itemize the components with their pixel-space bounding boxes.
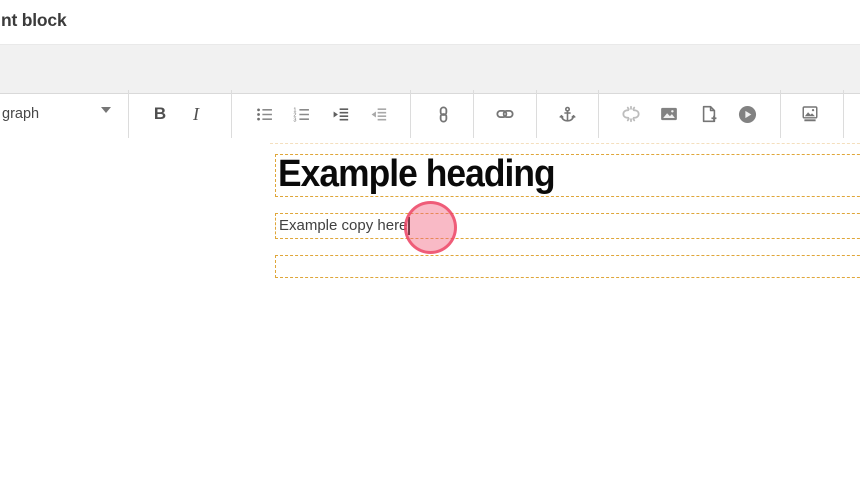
- anchor-icon: [558, 106, 576, 122]
- thumbnail-image-icon: [802, 106, 818, 122]
- chevron-down-icon: [101, 107, 111, 113]
- media-play-icon: [738, 105, 756, 123]
- new-page-icon: [702, 105, 717, 123]
- link-icon: [496, 109, 514, 119]
- media-play-button[interactable]: [729, 96, 765, 132]
- unlink-icon: [622, 105, 640, 123]
- editor-toolbar: graph B I 123: [0, 44, 860, 138]
- image-icon: [661, 107, 677, 121]
- toolbar-separator: [843, 90, 844, 138]
- italic-button[interactable]: I: [178, 96, 214, 132]
- numbered-list-icon: 123: [293, 107, 309, 123]
- toolbar-separator: [231, 90, 232, 138]
- bulleted-list-icon: [256, 107, 272, 121]
- link-button[interactable]: [487, 96, 523, 132]
- vertical-link-icon: [439, 105, 447, 123]
- heading-text[interactable]: Example heading: [278, 152, 556, 196]
- thumbnail-image-button[interactable]: [792, 96, 828, 132]
- outdent-icon: [371, 107, 386, 121]
- vertical-link-button[interactable]: [425, 96, 461, 132]
- paragraph-style-value: graph: [2, 106, 40, 122]
- numbered-list-button[interactable]: 123: [283, 96, 319, 132]
- outdent-button[interactable]: [360, 96, 396, 132]
- italic-icon: I: [193, 103, 199, 124]
- anchor-button[interactable]: [549, 96, 585, 132]
- empty-editable-field[interactable]: [275, 255, 860, 278]
- image-button[interactable]: [651, 96, 687, 132]
- bulleted-list-button[interactable]: [246, 96, 282, 132]
- toolbar-separator: [128, 90, 129, 138]
- toolbar-separator: [780, 90, 781, 138]
- toolbar-separator: [410, 90, 411, 138]
- body-text[interactable]: Example copy here: [279, 217, 407, 235]
- svg-text:3: 3: [293, 117, 296, 122]
- toolbar-separator: [536, 90, 537, 138]
- heading-editable-field[interactable]: Example heading: [275, 152, 860, 197]
- text-caret: [408, 217, 410, 235]
- toolbar-separator: [473, 90, 474, 138]
- bold-button[interactable]: B: [142, 96, 178, 132]
- indent-icon: [333, 107, 348, 121]
- paragraph-style-dropdown[interactable]: graph: [0, 90, 128, 138]
- bold-icon: B: [153, 104, 167, 123]
- toolbar-separator: [598, 90, 599, 138]
- body-editable-field[interactable]: Example copy here: [275, 213, 860, 239]
- page-title: nt block: [1, 10, 67, 30]
- unlink-button[interactable]: [613, 96, 649, 132]
- content-block-outline: [270, 143, 860, 144]
- new-page-button[interactable]: [691, 96, 727, 132]
- indent-button[interactable]: [322, 96, 358, 132]
